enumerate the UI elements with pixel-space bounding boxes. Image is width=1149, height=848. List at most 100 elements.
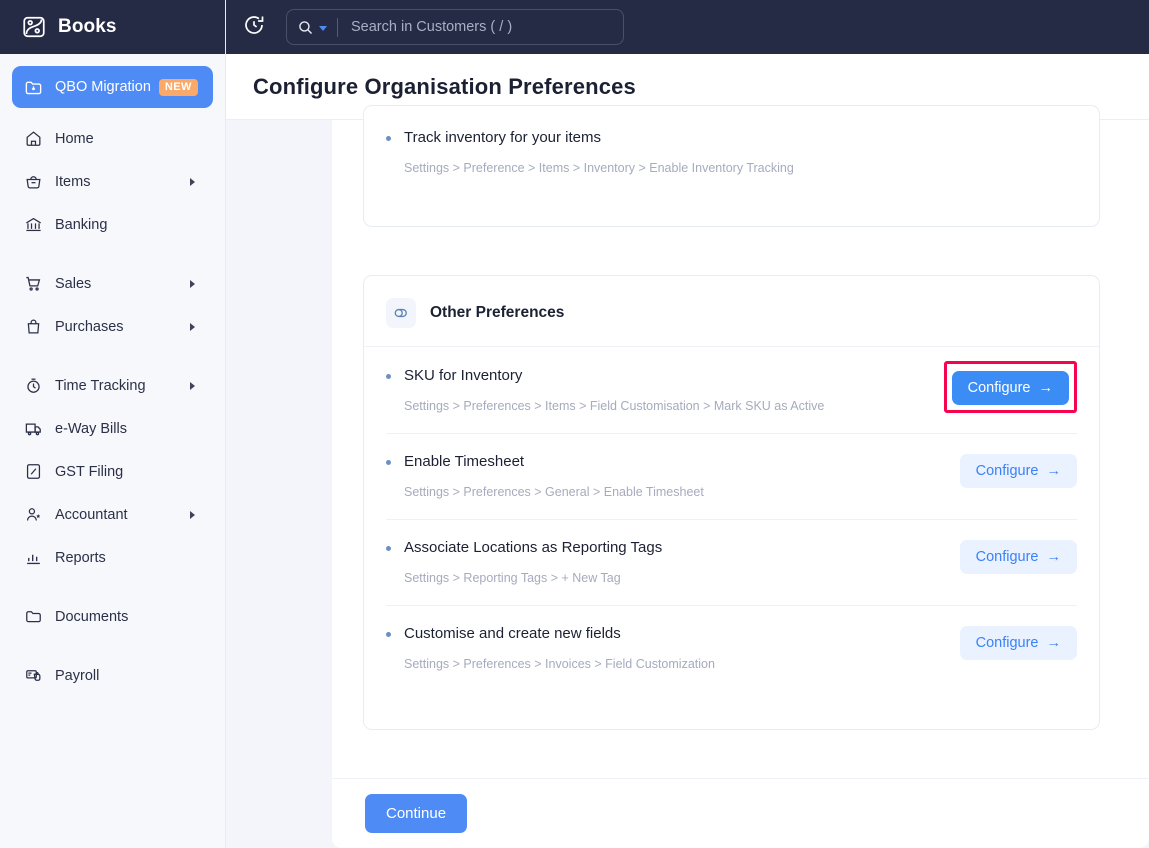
sidebar-item-gst-filing[interactable]: GST Filing bbox=[12, 455, 213, 488]
other-preferences-header: Other Preferences bbox=[364, 276, 1099, 347]
configure-button-timesheet[interactable]: Configure → bbox=[960, 454, 1077, 488]
nav-divider-gap bbox=[12, 584, 213, 600]
bank-icon bbox=[24, 215, 43, 234]
search-divider bbox=[337, 18, 338, 37]
configure-button-label: Configure bbox=[976, 463, 1039, 479]
home-icon bbox=[24, 129, 43, 148]
sidebar-item-label: Purchases bbox=[55, 319, 190, 335]
sidebar-item-label: QBO Migration bbox=[55, 79, 151, 95]
sidebar-item-reports[interactable]: Reports bbox=[12, 541, 213, 574]
pref-row-track-inventory: Track inventory for your items Settings … bbox=[364, 106, 1099, 195]
sidebar-item-purchases[interactable]: Purchases bbox=[12, 310, 213, 343]
payroll-icon bbox=[24, 666, 43, 685]
footer-action-bar: Continue bbox=[332, 778, 1149, 848]
sidebar-nav: QBO Migration NEW Home bbox=[0, 54, 225, 692]
pref-path: Settings > Preferences > Invoices > Fiel… bbox=[404, 656, 960, 672]
pref-row-customise-fields: Customise and create new fields Settings… bbox=[364, 605, 1099, 691]
pref-row-associate-locations: Associate Locations as Reporting Tags Se… bbox=[364, 519, 1099, 605]
brand-title: Books bbox=[58, 16, 117, 38]
new-badge: NEW bbox=[159, 79, 198, 96]
sidebar: Books QBO Migration NEW bbox=[0, 0, 226, 848]
configure-button-locations[interactable]: Configure → bbox=[960, 540, 1077, 574]
pref-path: Settings > Preferences > General > Enabl… bbox=[404, 484, 960, 500]
history-clock-icon[interactable] bbox=[242, 13, 270, 41]
other-preferences-title: Other Preferences bbox=[430, 304, 564, 322]
search-input[interactable]: Search in Customers ( / ) bbox=[351, 19, 512, 35]
arrow-right-icon: → bbox=[1047, 549, 1062, 565]
arrow-right-icon: → bbox=[1039, 380, 1054, 396]
content-scroll-area[interactable]: Track inventory for your items Settings … bbox=[226, 120, 1149, 848]
bullet-icon bbox=[386, 460, 391, 465]
sidebar-item-eway-bills[interactable]: e-Way Bills bbox=[12, 412, 213, 445]
sidebar-item-accountant[interactable]: Accountant bbox=[12, 498, 213, 531]
arrow-right-icon: → bbox=[1047, 635, 1062, 651]
chevron-right-icon bbox=[190, 382, 195, 390]
sidebar-item-items[interactable]: Items bbox=[12, 165, 213, 198]
cart-icon bbox=[24, 274, 43, 293]
bullet-icon bbox=[386, 632, 391, 637]
bullet-icon bbox=[386, 136, 391, 141]
sidebar-item-documents[interactable]: Documents bbox=[12, 600, 213, 633]
search-bar[interactable]: Search in Customers ( / ) bbox=[286, 9, 624, 45]
nav-divider-gap bbox=[12, 643, 213, 659]
chevron-right-icon bbox=[190, 511, 195, 519]
app-root: Books QBO Migration NEW bbox=[0, 0, 1149, 848]
nav-divider-gap bbox=[12, 353, 213, 369]
top-bar: Search in Customers ( / ) bbox=[226, 0, 1149, 54]
brand-header[interactable]: Books bbox=[0, 0, 225, 54]
bullet-icon bbox=[386, 546, 391, 551]
configure-button-label: Configure bbox=[976, 549, 1039, 565]
bag-icon bbox=[24, 317, 43, 336]
pref-title: SKU for Inventory bbox=[404, 366, 944, 386]
chevron-down-icon[interactable] bbox=[319, 26, 327, 31]
content-sheet-inner: Track inventory for your items Settings … bbox=[332, 120, 1149, 778]
pref-text: Track inventory for your items Settings … bbox=[404, 128, 1077, 176]
timer-icon bbox=[24, 376, 43, 395]
items-basket-icon bbox=[24, 172, 43, 191]
chevron-right-icon bbox=[190, 280, 195, 288]
chevron-right-icon bbox=[190, 178, 195, 186]
reports-bars-icon bbox=[24, 548, 43, 567]
toggle-switch-icon bbox=[386, 298, 416, 328]
sidebar-item-banking[interactable]: Banking bbox=[12, 208, 213, 241]
page-title: Configure Organisation Preferences bbox=[253, 74, 636, 100]
configure-button-label: Configure bbox=[976, 635, 1039, 651]
migration-folder-icon bbox=[24, 78, 43, 97]
sidebar-item-label: Time Tracking bbox=[55, 378, 190, 394]
sidebar-item-label: Items bbox=[55, 174, 190, 190]
pref-text: Customise and create new fields Settings… bbox=[404, 624, 960, 672]
continue-button[interactable]: Continue bbox=[365, 794, 467, 833]
pref-title: Enable Timesheet bbox=[404, 452, 960, 472]
configure-button-label: Configure bbox=[968, 380, 1031, 396]
main-area: Search in Customers ( / ) Configure Orga… bbox=[226, 0, 1149, 848]
sidebar-item-label: Payroll bbox=[55, 668, 203, 684]
sidebar-item-label: GST Filing bbox=[55, 464, 203, 480]
sidebar-item-sales[interactable]: Sales bbox=[12, 267, 213, 300]
pref-text: Enable Timesheet Settings > Preferences … bbox=[404, 452, 960, 500]
sidebar-item-label: Accountant bbox=[55, 507, 190, 523]
pref-path: Settings > Preference > Items > Inventor… bbox=[404, 160, 1077, 176]
sidebar-item-label: Reports bbox=[55, 550, 203, 566]
books-logo-icon bbox=[21, 14, 47, 40]
pref-text: Associate Locations as Reporting Tags Se… bbox=[404, 538, 960, 586]
pref-title: Track inventory for your items bbox=[404, 128, 1077, 148]
sidebar-item-home[interactable]: Home bbox=[12, 122, 213, 155]
folder-icon bbox=[24, 607, 43, 626]
highlight-outline: Configure → bbox=[944, 361, 1077, 413]
content-sheet: Track inventory for your items Settings … bbox=[332, 120, 1149, 848]
pref-row-enable-timesheet: Enable Timesheet Settings > Preferences … bbox=[364, 433, 1099, 519]
sidebar-item-payroll[interactable]: Payroll bbox=[12, 659, 213, 692]
sidebar-item-qbo-migration[interactable]: QBO Migration NEW bbox=[12, 66, 213, 108]
sidebar-item-label: Documents bbox=[55, 609, 203, 625]
configure-button-sku[interactable]: Configure → bbox=[952, 371, 1069, 405]
pref-title: Customise and create new fields bbox=[404, 624, 960, 644]
nav-divider-gap bbox=[12, 251, 213, 267]
arrow-right-icon: → bbox=[1047, 463, 1062, 479]
inventory-preferences-card: Track inventory for your items Settings … bbox=[363, 105, 1100, 227]
sidebar-item-label: Home bbox=[55, 131, 203, 147]
sidebar-item-time-tracking[interactable]: Time Tracking bbox=[12, 369, 213, 402]
accountant-user-icon bbox=[24, 505, 43, 524]
pref-text: SKU for Inventory Settings > Preferences… bbox=[404, 366, 944, 414]
pref-path: Settings > Preferences > Items > Field C… bbox=[404, 398, 944, 414]
configure-button-custom-fields[interactable]: Configure → bbox=[960, 626, 1077, 660]
